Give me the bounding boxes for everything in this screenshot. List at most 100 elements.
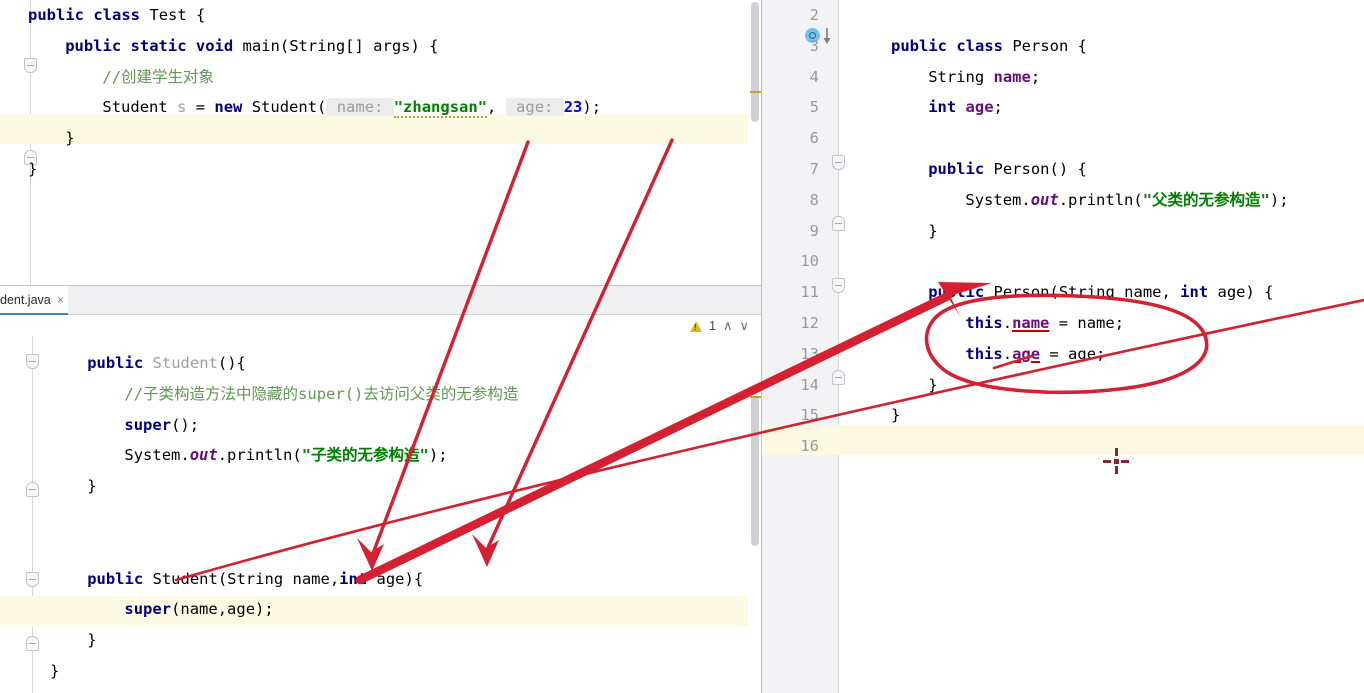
code-line[interactable] bbox=[0, 533, 761, 564]
chevron-down-icon[interactable]: ∨ bbox=[739, 318, 749, 334]
code-line[interactable]: 10 bbox=[761, 246, 1364, 277]
code-line[interactable] bbox=[0, 502, 761, 533]
token: Student( bbox=[242, 98, 327, 117]
code-line[interactable]: 12 this.name = name; bbox=[761, 308, 1364, 339]
token: int bbox=[928, 98, 957, 117]
token: age: bbox=[505, 98, 564, 117]
token: "zhangsan" bbox=[393, 98, 488, 119]
code-line[interactable]: 8 System.out.println("父类的无参构造"); bbox=[761, 185, 1364, 216]
code-line[interactable]: //子类构造方法中隐藏的super()去访问父类的无参构造 bbox=[0, 379, 761, 410]
pane-divider-vertical[interactable] bbox=[761, 0, 762, 693]
token: public bbox=[891, 36, 947, 55]
code-tokens: } bbox=[928, 222, 937, 240]
line-number: 6 bbox=[809, 129, 819, 148]
code-line[interactable]: 4 String name; bbox=[761, 62, 1364, 93]
inspection-widget[interactable]: 1 ∧ ∨ bbox=[690, 312, 749, 340]
token: ); bbox=[1269, 190, 1289, 209]
token: (name,age); bbox=[171, 600, 274, 619]
code-line[interactable]: public Student(String name,int age){ bbox=[0, 564, 761, 595]
token: } bbox=[891, 406, 901, 425]
token: out bbox=[1030, 190, 1059, 209]
code-line[interactable]: super(name,age); bbox=[0, 594, 761, 625]
token: = age; bbox=[1040, 344, 1106, 363]
token: ); bbox=[582, 98, 602, 117]
code-line[interactable]: } bbox=[0, 656, 761, 687]
code-line[interactable]: 2 bbox=[761, 0, 1364, 31]
code-line[interactable]: 16 bbox=[761, 431, 1364, 462]
token: = bbox=[186, 98, 215, 117]
token: String bbox=[928, 67, 994, 86]
editor-pane-person[interactable]: 2 3 public class Person {4 String name; 5 int… bbox=[761, 0, 1364, 693]
token: name: bbox=[326, 98, 394, 117]
line-number: 14 bbox=[800, 375, 819, 394]
token: this bbox=[965, 344, 1003, 363]
code-line[interactable]: 5 int age; bbox=[761, 92, 1364, 123]
token: , bbox=[487, 98, 506, 117]
editor-pane-student[interactable]: dent.java × 1 ∧ ∨ public Student(){//子类构… bbox=[0, 286, 761, 693]
code-text-test[interactable]: public class Test { public static void ma… bbox=[0, 0, 761, 286]
code-line[interactable]: 11 public Person(String name, int age) { bbox=[761, 277, 1364, 308]
line-number: 13 bbox=[800, 344, 819, 363]
token: name bbox=[993, 67, 1031, 86]
code-line[interactable]: super(); bbox=[0, 410, 761, 441]
code-text-student[interactable]: public Student(){//子类构造方法中隐藏的super()去访问父… bbox=[0, 348, 761, 693]
tab-student-java[interactable]: dent.java × bbox=[0, 286, 68, 315]
token: ; bbox=[1030, 67, 1041, 86]
token: Test bbox=[149, 6, 187, 24]
token: 23 bbox=[563, 98, 583, 117]
token: int bbox=[339, 569, 368, 588]
code-line[interactable]: } bbox=[0, 625, 761, 656]
token: class bbox=[93, 6, 141, 24]
token: static bbox=[130, 36, 187, 55]
chevron-up-icon[interactable]: ∧ bbox=[723, 318, 733, 334]
code-line[interactable]: 7 public Person() { bbox=[761, 154, 1364, 185]
code-line[interactable]: 15} bbox=[761, 400, 1364, 431]
line-number: 2 bbox=[809, 6, 819, 24]
code-line[interactable]: public static void main(String[] args) { bbox=[0, 31, 761, 62]
line-number: 8 bbox=[809, 190, 819, 209]
token: Person() { bbox=[984, 159, 1087, 178]
token: public bbox=[928, 159, 985, 178]
code-text-person[interactable]: 2 3 public class Person {4 String name; 5 int… bbox=[761, 0, 1364, 693]
code-line[interactable]: Student s = new Student( name: "zhangsan… bbox=[0, 92, 761, 123]
token: Student bbox=[102, 98, 178, 117]
code-line[interactable]: public Student(){ bbox=[0, 348, 761, 379]
code-line[interactable]: 9} bbox=[761, 216, 1364, 247]
code-tokens: public class Test { bbox=[28, 6, 205, 24]
vertical-scrollbar-test[interactable] bbox=[748, 0, 761, 286]
code-line[interactable]: System.out.println("子类的无参构造"); bbox=[0, 440, 761, 471]
code-line[interactable]: } bbox=[0, 123, 761, 154]
code-line[interactable]: //创建学生对象 bbox=[0, 62, 761, 93]
token: main(String[] args) { bbox=[233, 36, 439, 55]
code-tokens: } bbox=[87, 477, 96, 495]
token: } bbox=[928, 221, 938, 240]
editor-pane-test[interactable]: public class Test { public static void ma… bbox=[0, 0, 761, 286]
tab-bar: dent.java × bbox=[0, 286, 761, 315]
code-line[interactable]: } bbox=[0, 154, 761, 185]
close-icon[interactable]: × bbox=[57, 293, 65, 306]
code-line[interactable]: public class Test { bbox=[0, 0, 761, 31]
token: int bbox=[1180, 283, 1209, 302]
token: public bbox=[28, 6, 84, 24]
line-number: 16 bbox=[800, 437, 819, 456]
token: .println( bbox=[217, 446, 302, 465]
token: Person(String name, bbox=[984, 283, 1181, 302]
warning-triangle-icon bbox=[690, 320, 703, 332]
token: } bbox=[28, 159, 38, 178]
code-line[interactable]: 3 public class Person { bbox=[761, 31, 1364, 62]
code-line[interactable]: 6 bbox=[761, 123, 1364, 154]
code-line[interactable]: } bbox=[0, 471, 761, 502]
token: "子类的无参构造" bbox=[301, 446, 429, 465]
token: } bbox=[87, 477, 97, 496]
token: System. bbox=[124, 446, 190, 465]
code-line[interactable]: 13 this.age = age; bbox=[761, 339, 1364, 370]
code-line[interactable]: 14} bbox=[761, 370, 1364, 401]
scrollbar-warning-marker[interactable] bbox=[750, 91, 761, 93]
vertical-scrollbar-student[interactable] bbox=[748, 336, 761, 693]
token: = name; bbox=[1049, 313, 1125, 332]
token: age bbox=[1012, 344, 1041, 363]
token: age) { bbox=[1208, 283, 1274, 302]
scrollbar-warning-marker[interactable] bbox=[750, 396, 761, 398]
